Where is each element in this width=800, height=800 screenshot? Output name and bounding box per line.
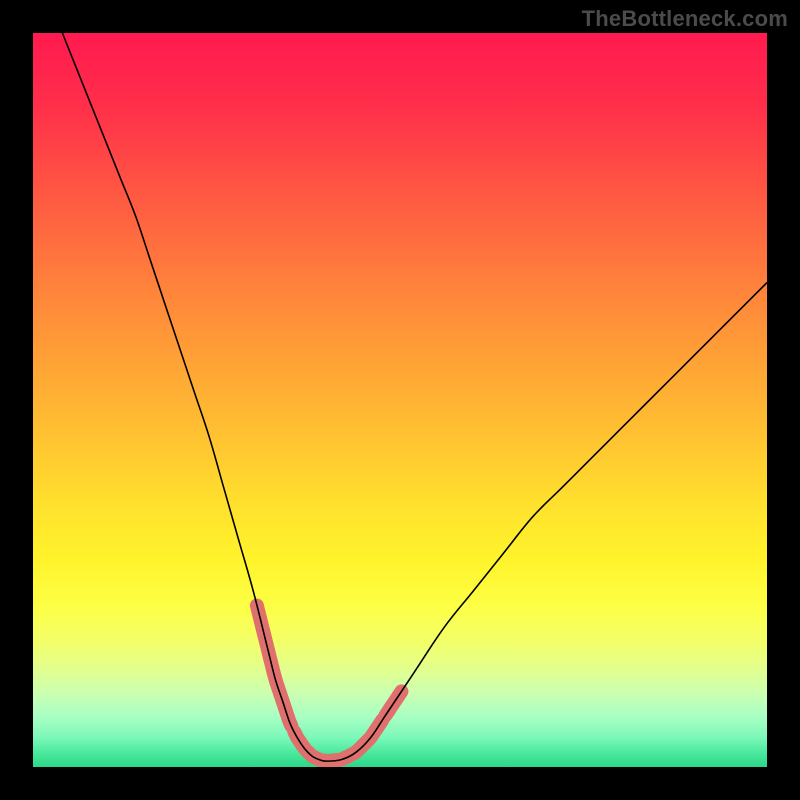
watermark-text: TheBottleneck.com [582,6,788,32]
highlight-segment [343,720,383,759]
plot-area [33,33,767,767]
highlight-segment [294,732,340,761]
chart-svg [33,33,767,767]
chart-container: TheBottleneck.com [0,0,800,800]
highlight-segments [257,606,402,761]
curve-line [62,33,767,761]
